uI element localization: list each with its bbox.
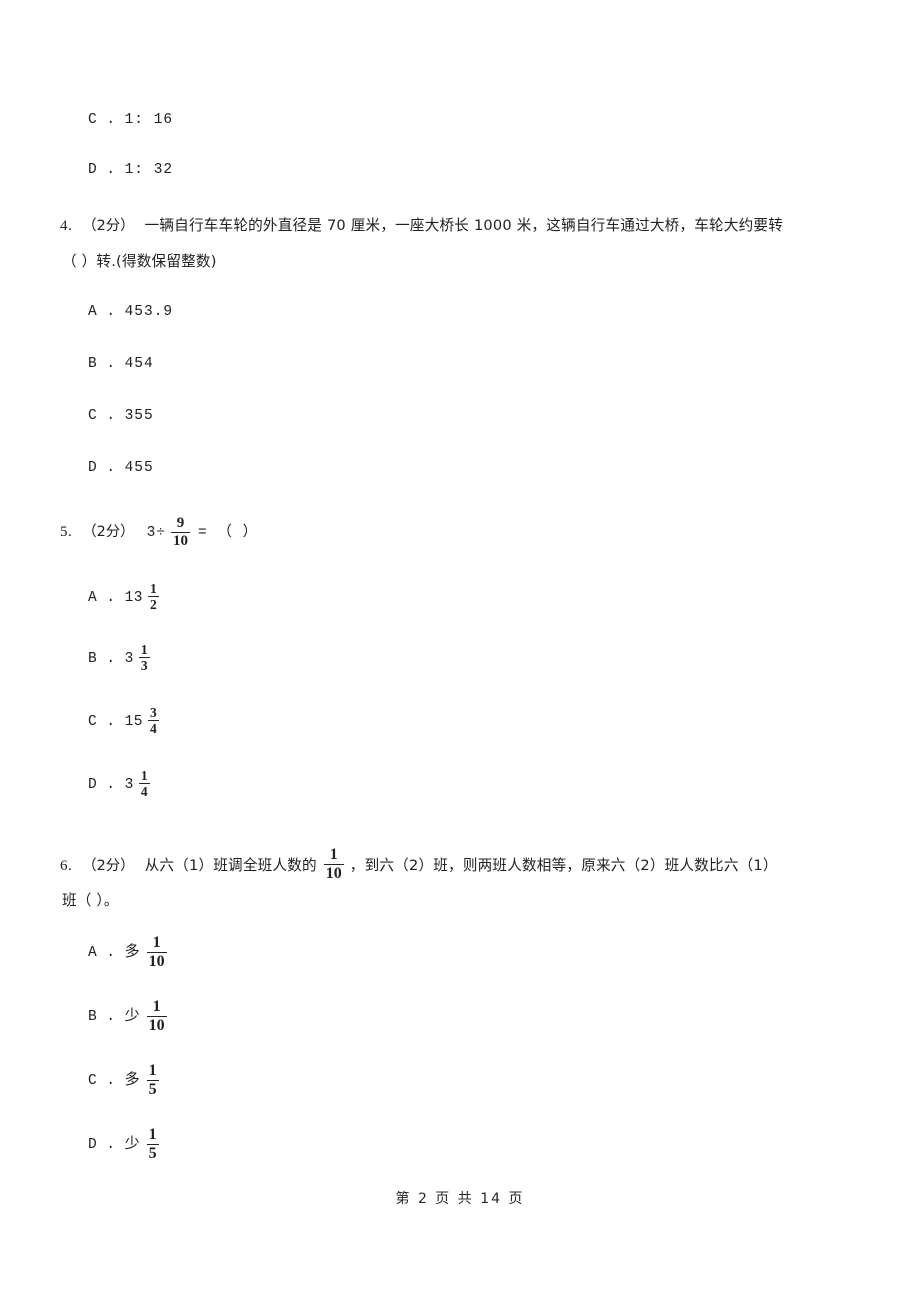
option-fraction: 1 10 [146,934,167,970]
option-row[interactable]: B . 少 1 10 [88,999,167,1043]
fraction-numerator: 1 [148,1062,157,1079]
option-fraction: 1 5 [146,1126,159,1162]
fraction-denominator: 5 [146,1080,159,1098]
option-letter: A . [88,945,116,961]
question-text-cont: （ ）转.(得数保留整数) [62,253,217,270]
option-value: 454 [124,356,154,372]
fraction-denominator: 10 [170,532,190,549]
question-number: 6. [60,858,73,874]
option-letter: D . [88,460,116,476]
option-word: 少 [124,1134,140,1152]
option-letter: D . [88,777,116,793]
question-4-line-2: （ ）转.(得数保留整数) [58,253,217,270]
fraction-one-tenth: 1 10 [323,846,344,882]
option-row[interactable]: D . 少 1 5 [88,1127,159,1171]
question-marks: （2分） [82,218,135,234]
option-word: 少 [124,1006,140,1024]
question-6-line-1: 6. （2分） 从六（1）班调全班人数的 1 10 ，到六（2）班，则两班人数相… [60,847,778,893]
option-row[interactable]: C . 355 [88,409,154,424]
exam-page: C . 1: 16 D . 1: 32 4. （2分） 一辆自行车车轮的外直径是… [0,0,920,1302]
question-5-line-1: 5. （2分） 3÷ 9 10 = （ ） [60,516,259,558]
question-marks: （2分） [82,524,135,540]
fraction-denominator: 10 [323,864,344,882]
option-row[interactable]: A . 多 1 10 [88,935,167,979]
option-row[interactable]: D . 455 [88,461,154,476]
fraction-numerator: 1 [140,768,148,783]
option-value: 1: 16 [124,112,174,128]
option-whole-number: 3 [124,651,134,667]
fraction-numerator: 1 [140,642,148,657]
option-fraction: 1 5 [146,1062,159,1098]
option-row[interactable]: B . 3 1 3 [88,643,150,680]
fraction-numerator: 1 [152,934,161,951]
option-value: 1: 32 [124,162,174,178]
fraction-numerator: 1 [150,581,157,596]
fraction-numerator: 9 [176,515,185,531]
option-row[interactable]: A . 13 1 2 [88,582,159,619]
option-fraction: 3 4 [148,706,159,735]
fraction-denominator: 10 [146,952,167,970]
option-letter: B . [88,1009,116,1025]
fraction-denominator: 10 [146,1016,167,1034]
option-letter: B . [88,356,116,372]
option-word: 多 [124,1070,140,1088]
fraction-denominator: 2 [148,596,159,612]
option-value: 355 [124,408,154,424]
option-letter: A . [88,304,116,320]
fraction-numerator: 1 [148,1126,157,1143]
option-fraction: 1 10 [146,998,167,1034]
question-number: 4. [60,218,73,234]
option-fraction: 1 4 [138,768,150,799]
option-value: 455 [124,460,154,476]
fraction-numerator: 3 [150,705,157,720]
option-fraction: 1 3 [138,642,150,673]
option-whole-number: 3 [124,777,134,793]
expression-tail: = （ ） [197,525,259,541]
question-text-b: ，到六（2）班，则两班人数相等，原来六（2）班人数比六（1） [349,857,778,874]
option-letter: D . [88,1137,116,1153]
fraction-numerator: 1 [152,998,161,1015]
option-row[interactable]: C . 1: 16 [88,113,173,128]
option-letter: C . [88,408,116,424]
expression-lead: 3÷ [146,525,166,541]
fraction-nine-tenths: 9 10 [170,515,190,549]
option-letter: D . [88,162,116,178]
question-text-cont: 班（ ）。 [62,892,119,909]
fraction-numerator: 1 [329,846,338,863]
option-row[interactable]: B . 454 [88,357,154,372]
question-number: 5. [60,524,73,540]
option-row[interactable]: C . 多 1 5 [88,1063,159,1107]
question-6-line-2: 班（ ）。 [58,892,119,909]
option-whole-number: 13 [124,590,144,606]
option-letter: C . [88,112,116,128]
option-row[interactable]: C . 15 3 4 [88,706,159,743]
fraction-denominator: 4 [148,720,159,736]
option-letter: C . [88,714,116,730]
fraction-denominator: 3 [138,657,150,673]
option-letter: B . [88,651,116,667]
option-row[interactable]: D . 3 1 4 [88,769,150,806]
option-row[interactable]: D . 1: 32 [88,163,173,178]
option-letter: C . [88,1073,116,1089]
option-word: 多 [124,942,140,960]
fraction-denominator: 4 [138,783,150,799]
page-footer: 第 2 页 共 14 页 [395,1191,525,1207]
question-text: 一辆自行车车轮的外直径是 70 厘米，一座大桥长 1000 米，这辆自行车通过大… [144,217,784,234]
fraction-denominator: 5 [146,1144,159,1162]
question-text-a: 从六（1）班调全班人数的 [144,857,317,874]
option-value: 453.9 [124,304,174,320]
option-row[interactable]: A . 453.9 [88,305,173,320]
question-marks: （2分） [82,858,135,874]
question-4-line-1: 4. （2分） 一辆自行车车轮的外直径是 70 厘米，一座大桥长 1000 米，… [60,217,784,234]
option-letter: A . [88,590,116,606]
option-fraction: 1 2 [148,582,159,611]
option-whole-number: 15 [124,714,144,730]
